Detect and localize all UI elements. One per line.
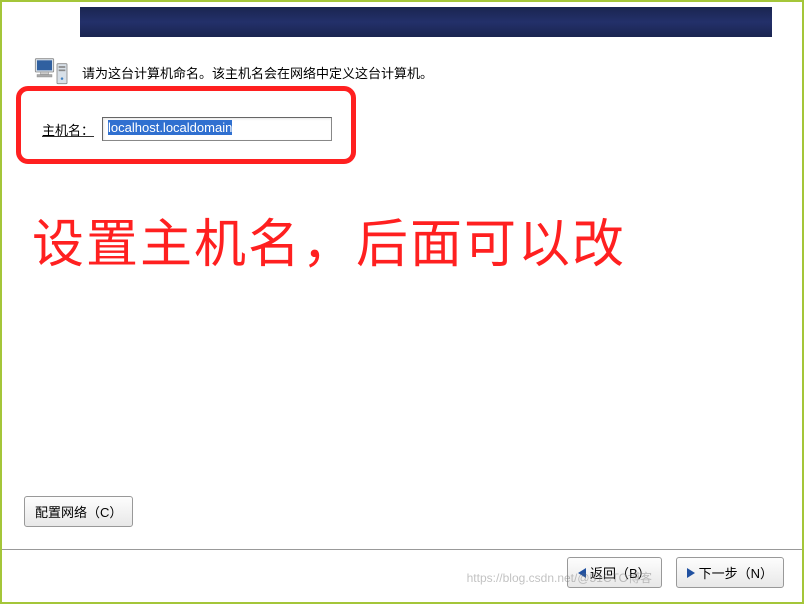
hostname-input[interactable]: localhost.localdomain [102, 117, 332, 141]
configure-network-button[interactable]: 配置网络（C） [24, 496, 133, 527]
instruction-text: 请为这台计算机命名。该主机名会在网络中定义这台计算机。 [82, 63, 433, 82]
next-button-label: 下一步（N） [699, 563, 773, 582]
hostname-label: 主机名： [42, 120, 94, 139]
footer-divider [2, 549, 802, 550]
annotation-text: 设置主机名，后面可以改 [32, 202, 772, 277]
instruction-row: 请为这台计算机命名。该主机名会在网络中定义这台计算机。 [32, 52, 772, 92]
next-button[interactable]: 下一步（N） [676, 557, 784, 588]
arrow-left-icon [578, 568, 586, 578]
header-bar [80, 7, 772, 37]
arrow-right-icon [687, 568, 695, 578]
hostname-row: 主机名： localhost.localdomain [42, 117, 772, 141]
back-button-label: 返回（B） [590, 563, 651, 582]
nav-buttons: 返回（B） 下一步（N） [567, 557, 784, 588]
computer-icon [32, 52, 72, 92]
back-button[interactable]: 返回（B） [567, 557, 662, 588]
hostname-value: localhost.localdomain [108, 120, 232, 135]
content-area: 请为这台计算机命名。该主机名会在网络中定义这台计算机。 主机名： localho… [32, 52, 772, 542]
